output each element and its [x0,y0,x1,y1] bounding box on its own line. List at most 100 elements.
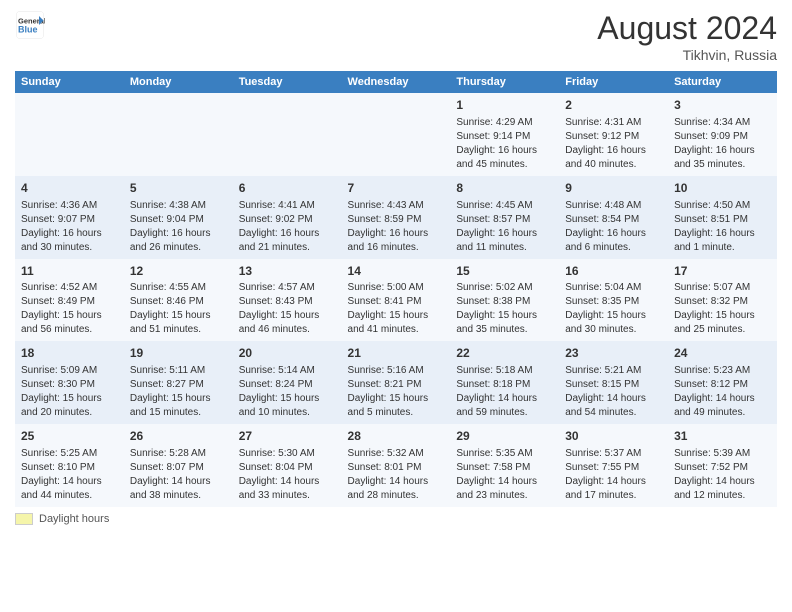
day-cell: 27 Sunrise: 5:30 AM Sunset: 8:04 PM Dayli… [233,424,342,507]
day-info: Sunrise: 5:18 AM Sunset: 8:18 PM Dayligh… [456,364,553,420]
day-cell: 14Sunrise: 5:00 AM Sunset: 8:41 PM Dayli… [342,259,451,342]
day-number: 19 [130,345,227,362]
day-number: 25 [21,428,118,445]
day-cell: 23 Sunrise: 5:21 AM Sunset: 8:15 PM Dayli… [559,341,668,424]
day-info: Sunrise: 4:34 AM Sunset: 9:09 PM Dayligh… [674,116,771,172]
legend-label: Daylight hours [39,513,109,525]
day-info: Sunrise: 4:29 AM Sunset: 9:14 PM Dayligh… [456,116,553,172]
day-cell: 20 Sunrise: 5:14 AM Sunset: 8:24 PM Dayli… [233,341,342,424]
day-number: 24 [674,345,771,362]
day-cell: 21 Sunrise: 5:16 AM Sunset: 8:21 PM Dayli… [342,341,451,424]
day-cell: 26Sunrise: 5:28 AM Sunset: 8:07 PM Dayli… [124,424,233,507]
day-info: Sunrise: 4:41 AM Sunset: 9:02 PM Dayligh… [239,199,336,255]
day-cell: 9Sunrise: 4:48 AM Sunset: 8:54 PM Daylig… [559,176,668,259]
day-number: 6 [239,180,336,197]
day-cell: 13Sunrise: 4:57 AM Sunset: 8:43 PM Dayli… [233,259,342,342]
day-info: Sunrise: 5:04 AM Sunset: 8:35 PM Dayligh… [565,281,662,337]
day-number: 22 [456,345,553,362]
col-monday: Monday [124,71,233,93]
day-number: 10 [674,180,771,197]
subtitle: Tikhvin, Russia [597,47,777,63]
week-row-4: 25 Sunrise: 5:25 AM Sunset: 8:10 PM Dayli… [15,424,777,507]
day-number: 21 [348,345,445,362]
col-thursday: Thursday [450,71,559,93]
day-number: 14 [348,263,445,280]
day-number: 17 [674,263,771,280]
col-sunday: Sunday [15,71,124,93]
day-info: Sunrise: 5:32 AM Sunset: 8:01 PM Dayligh… [348,447,445,503]
day-info: Sunrise: 5:14 AM Sunset: 8:24 PM Dayligh… [239,364,336,420]
day-cell: 29Sunrise: 5:35 AM Sunset: 7:58 PM Dayli… [450,424,559,507]
day-info: Sunrise: 5:30 AM Sunset: 8:04 PM Dayligh… [239,447,336,503]
day-info: Sunrise: 5:00 AM Sunset: 8:41 PM Dayligh… [348,281,445,337]
day-info: Sunrise: 5:16 AM Sunset: 8:21 PM Dayligh… [348,364,445,420]
day-info: Sunrise: 5:11 AM Sunset: 8:27 PM Dayligh… [130,364,227,420]
header-row: Sunday Monday Tuesday Wednesday Thursday… [15,71,777,93]
day-number: 11 [21,263,118,280]
week-row-1: 4Sunrise: 4:36 AM Sunset: 9:07 PM Daylig… [15,176,777,259]
day-info: Sunrise: 5:25 AM Sunset: 8:10 PM Dayligh… [21,447,118,503]
day-cell: 4Sunrise: 4:36 AM Sunset: 9:07 PM Daylig… [15,176,124,259]
col-friday: Friday [559,71,668,93]
day-info: Sunrise: 4:52 AM Sunset: 8:49 PM Dayligh… [21,281,118,337]
day-cell: 25 Sunrise: 5:25 AM Sunset: 8:10 PM Dayli… [15,424,124,507]
page: General Blue August 2024 Tikhvin, Russia… [0,0,792,612]
day-info: Sunrise: 5:09 AM Sunset: 8:30 PM Dayligh… [21,364,118,420]
day-cell: 30Sunrise: 5:37 AM Sunset: 7:55 PM Dayli… [559,424,668,507]
day-number: 2 [565,97,662,114]
title-block: August 2024 Tikhvin, Russia [597,10,777,63]
day-info: Sunrise: 4:45 AM Sunset: 8:57 PM Dayligh… [456,199,553,255]
day-cell: 6 Sunrise: 4:41 AM Sunset: 9:02 PM Daylig… [233,176,342,259]
day-info: Sunrise: 4:57 AM Sunset: 8:43 PM Dayligh… [239,281,336,337]
day-info: Sunrise: 5:21 AM Sunset: 8:15 PM Dayligh… [565,364,662,420]
day-number: 31 [674,428,771,445]
logo: General Blue [15,10,45,40]
day-cell [124,93,233,176]
day-cell: 8Sunrise: 4:45 AM Sunset: 8:57 PM Daylig… [450,176,559,259]
day-number: 1 [456,97,553,114]
day-number: 29 [456,428,553,445]
day-number: 27 [239,428,336,445]
week-row-2: 11Sunrise: 4:52 AM Sunset: 8:49 PM Dayli… [15,259,777,342]
col-tuesday: Tuesday [233,71,342,93]
day-cell: 15Sunrise: 5:02 AM Sunset: 8:38 PM Dayli… [450,259,559,342]
day-info: Sunrise: 5:07 AM Sunset: 8:32 PM Dayligh… [674,281,771,337]
day-info: Sunrise: 4:43 AM Sunset: 8:59 PM Dayligh… [348,199,445,255]
day-number: 26 [130,428,227,445]
day-number: 7 [348,180,445,197]
day-cell [233,93,342,176]
day-number: 13 [239,263,336,280]
day-number: 28 [348,428,445,445]
day-info: Sunrise: 5:23 AM Sunset: 8:12 PM Dayligh… [674,364,771,420]
header: General Blue August 2024 Tikhvin, Russia [15,10,777,63]
day-number: 16 [565,263,662,280]
week-row-0: 1 Sunrise: 4:29 AM Sunset: 9:14 PM Daylig… [15,93,777,176]
day-cell: 28 Sunrise: 5:32 AM Sunset: 8:01 PM Dayli… [342,424,451,507]
day-info: Sunrise: 5:39 AM Sunset: 7:52 PM Dayligh… [674,447,771,503]
day-cell: 31 Sunrise: 5:39 AM Sunset: 7:52 PM Dayli… [668,424,777,507]
day-number: 15 [456,263,553,280]
day-info: Sunrise: 5:02 AM Sunset: 8:38 PM Dayligh… [456,281,553,337]
day-cell: 24 Sunrise: 5:23 AM Sunset: 8:12 PM Dayli… [668,341,777,424]
week-row-3: 18Sunrise: 5:09 AM Sunset: 8:30 PM Dayli… [15,341,777,424]
day-cell [15,93,124,176]
logo-icon: General Blue [15,10,45,40]
day-info: Sunrise: 4:50 AM Sunset: 8:51 PM Dayligh… [674,199,771,255]
day-number: 5 [130,180,227,197]
day-number: 20 [239,345,336,362]
legend-box [15,513,33,525]
col-saturday: Saturday [668,71,777,93]
day-cell: 3Sunrise: 4:34 AM Sunset: 9:09 PM Daylig… [668,93,777,176]
day-info: Sunrise: 4:55 AM Sunset: 8:46 PM Dayligh… [130,281,227,337]
day-cell: 17Sunrise: 5:07 AM Sunset: 8:32 PM Dayli… [668,259,777,342]
day-cell: 16Sunrise: 5:04 AM Sunset: 8:35 PM Dayli… [559,259,668,342]
day-info: Sunrise: 4:31 AM Sunset: 9:12 PM Dayligh… [565,116,662,172]
day-cell [342,93,451,176]
day-cell: 5Sunrise: 4:38 AM Sunset: 9:04 PM Daylig… [124,176,233,259]
day-number: 23 [565,345,662,362]
day-number: 9 [565,180,662,197]
day-cell: 22 Sunrise: 5:18 AM Sunset: 8:18 PM Dayli… [450,341,559,424]
day-cell: 7 Sunrise: 4:43 AM Sunset: 8:59 PM Daylig… [342,176,451,259]
day-cell: 19 Sunrise: 5:11 AM Sunset: 8:27 PM Dayli… [124,341,233,424]
day-info: Sunrise: 5:37 AM Sunset: 7:55 PM Dayligh… [565,447,662,503]
